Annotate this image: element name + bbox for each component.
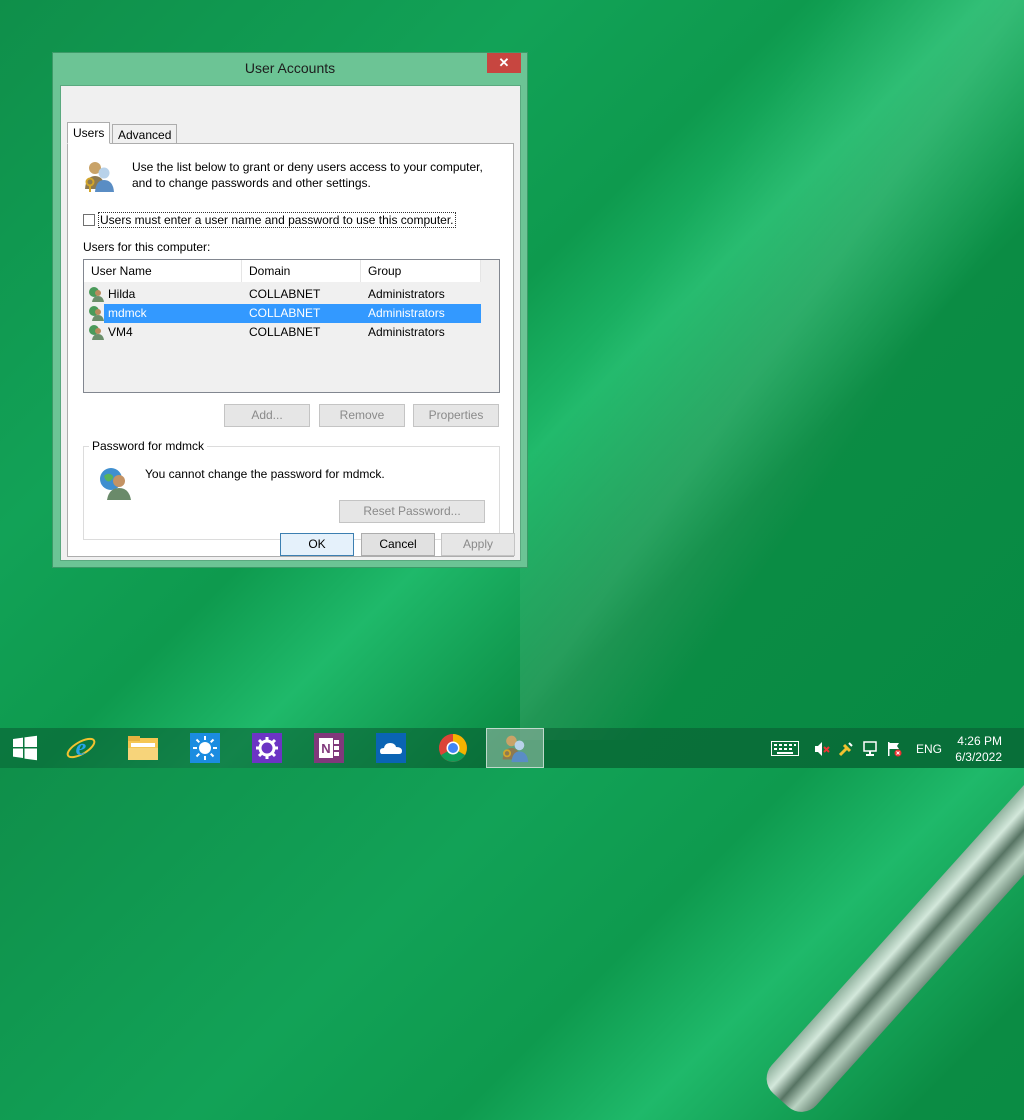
users-keys-icon: [85, 162, 114, 192]
cancel-button[interactable]: Cancel: [361, 533, 435, 556]
taskbar-file-explorer[interactable]: [118, 728, 168, 768]
cell-user: Hilda: [108, 287, 136, 301]
desktop-sheen: [520, 0, 1024, 740]
taskbar: e N ENG 4:26 PM 6/3/2022: [0, 728, 1024, 768]
clock-date: 6/3/2022: [955, 750, 1002, 764]
cell-group: Administrators: [368, 325, 445, 339]
close-button[interactable]: ✕: [487, 53, 521, 73]
password-groupbox: Password for mdmck You cannot change the…: [83, 439, 500, 540]
cell-domain: COLLABNET: [249, 325, 321, 339]
remove-button[interactable]: Remove: [319, 404, 405, 427]
column-group[interactable]: Group: [361, 260, 481, 282]
user-accounts-window: User Accounts ✕ Users Advanced Use the l…: [52, 52, 528, 568]
touch-keyboard-icon[interactable]: [771, 741, 799, 756]
cell-user: mdmck: [108, 306, 147, 320]
apply-button[interactable]: Apply: [441, 533, 515, 556]
taskbar-weather[interactable]: [180, 728, 230, 768]
onedrive-icon: [376, 733, 406, 763]
clock[interactable]: 4:26 PM 6/3/2022: [955, 733, 1002, 765]
taskbar-onedrive[interactable]: [366, 728, 416, 768]
properties-button[interactable]: Properties: [413, 404, 499, 427]
start-icon: [13, 735, 37, 761]
require-login-row[interactable]: Users must enter a user name and passwor…: [83, 212, 456, 228]
table-row[interactable]: Hilda COLLABNET Administrators: [84, 285, 481, 304]
power-plug-icon[interactable]: [838, 741, 854, 757]
intro-text: Use the list below to grant or deny user…: [132, 160, 483, 190]
taskbar-chrome[interactable]: [428, 728, 478, 768]
column-user-name[interactable]: User Name: [84, 260, 242, 282]
title-bar[interactable]: User Accounts ✕: [53, 53, 527, 83]
start-button[interactable]: [0, 728, 50, 768]
table-row[interactable]: VM4 COLLABNET Administrators: [84, 323, 481, 342]
language-indicator[interactable]: ENG: [916, 742, 942, 756]
settings-icon: [252, 733, 282, 763]
desktop-metal-rail: [758, 767, 1024, 1120]
volume-muted-icon[interactable]: [814, 741, 830, 757]
network-icon[interactable]: [862, 741, 878, 757]
require-login-checkbox[interactable]: [83, 214, 95, 226]
users-list[interactable]: User Name Domain Group Hilda COLLABNET A…: [83, 259, 500, 393]
ok-button[interactable]: OK: [280, 533, 354, 556]
table-row-selected[interactable]: mdmck COLLABNET Administrators: [84, 304, 481, 323]
taskbar-internet-explorer[interactable]: e: [56, 728, 106, 768]
internet-explorer-icon: e: [66, 735, 96, 761]
file-explorer-icon: [128, 736, 158, 760]
password-message: You cannot change the password for mdmck…: [145, 467, 385, 481]
action-center-flag-icon[interactable]: [886, 741, 902, 757]
add-button[interactable]: Add...: [224, 404, 310, 427]
user-globe-icon: [89, 325, 104, 340]
cell-domain: COLLABNET: [249, 306, 321, 320]
cell-user: VM4: [108, 325, 133, 339]
dialog-client: Users Advanced Use the list below to gra…: [60, 85, 521, 561]
svg-text:N: N: [321, 741, 330, 756]
require-login-label[interactable]: Users must enter a user name and passwor…: [98, 212, 456, 228]
window-title: User Accounts: [244, 60, 336, 76]
clock-time: 4:26 PM: [957, 734, 1002, 748]
onenote-icon: N: [314, 733, 344, 763]
list-header: User Name Domain Group: [84, 260, 481, 282]
cell-group: Administrators: [368, 306, 445, 320]
taskbar-user-accounts[interactable]: [486, 728, 544, 768]
users-section-label: Users for this computer:: [83, 240, 211, 254]
user-globe-large-icon: [100, 468, 131, 500]
chrome-icon: [439, 734, 467, 762]
reset-password-button[interactable]: Reset Password...: [339, 500, 485, 523]
users-tab-panel: Use the list below to grant or deny user…: [67, 143, 514, 557]
weather-icon: [190, 733, 220, 763]
password-group-title: Password for mdmck: [89, 439, 208, 453]
svg-text:e: e: [76, 735, 87, 761]
user-accounts-icon: [502, 735, 529, 763]
cell-domain: COLLABNET: [249, 287, 321, 301]
tab-advanced[interactable]: Advanced: [112, 124, 178, 144]
cell-group: Administrators: [368, 287, 445, 301]
tab-users[interactable]: Users: [67, 122, 111, 144]
taskbar-settings[interactable]: [242, 728, 292, 768]
user-globe-icon: [89, 287, 104, 302]
user-globe-icon: [89, 306, 104, 321]
taskbar-onenote[interactable]: N: [304, 728, 354, 768]
column-domain[interactable]: Domain: [242, 260, 361, 282]
